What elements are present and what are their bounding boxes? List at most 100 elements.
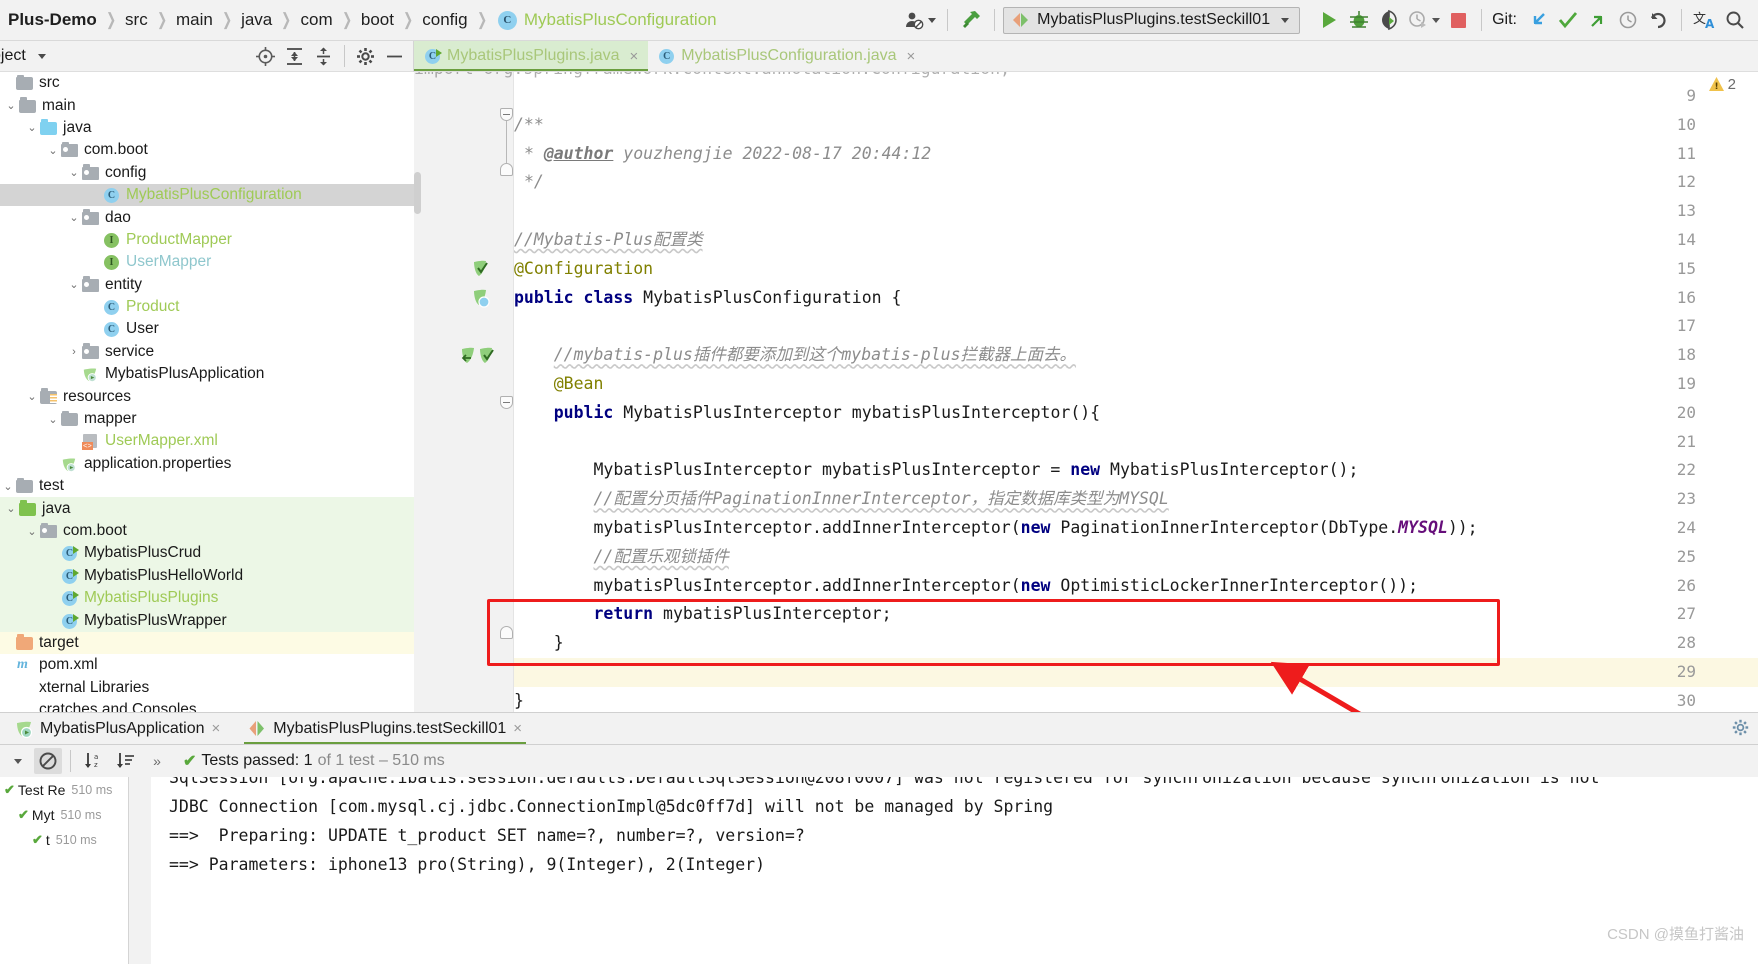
tree-item-user[interactable]: C User xyxy=(0,318,414,340)
code-line[interactable]: //配置乐观锁插件 xyxy=(514,543,1758,572)
debug-button[interactable] xyxy=(1344,5,1374,35)
editor-tab-mybatisplusconfiguration[interactable]: C MybatisPlusConfiguration.java × xyxy=(648,41,925,71)
code-line[interactable] xyxy=(514,197,1758,226)
breadcrumb-class[interactable]: MybatisPlusConfiguration xyxy=(522,10,719,30)
git-history-icon[interactable] xyxy=(1613,5,1643,35)
breadcrumb-com[interactable]: com xyxy=(299,10,335,30)
expand-all-icon[interactable] xyxy=(281,43,308,69)
sort-by-duration-icon[interactable] xyxy=(111,748,139,774)
code-line[interactable]: @Bean xyxy=(514,370,1758,399)
tree-item-resources[interactable]: ⌄ resources xyxy=(0,385,414,407)
tree-item-usermapper-xml[interactable]: UserMapper.xml xyxy=(0,430,414,452)
code-line[interactable]: /** xyxy=(514,111,1758,140)
run-configuration-selector[interactable]: MybatisPlusPlugins.testSeckill01 xyxy=(1003,6,1301,34)
chevron-down-icon[interactable]: ⌄ xyxy=(24,390,40,403)
run-button[interactable] xyxy=(1314,5,1344,35)
breadcrumb-java[interactable]: java xyxy=(239,10,274,30)
chevron-down-icon[interactable]: ⌄ xyxy=(3,502,19,515)
tree-item-mybatispluswrapper[interactable]: C MybatisPlusWrapper xyxy=(0,609,414,632)
code-line[interactable]: * @author youzhengjie 2022-08-17 20:44:1… xyxy=(514,140,1758,169)
code-line[interactable]: */ xyxy=(514,168,1758,197)
stop-button[interactable] xyxy=(1443,5,1473,35)
code-content[interactable]: /** * @author youzhengjie 2022-08-17 20:… xyxy=(514,72,1758,712)
chevron-down-icon[interactable]: ⌄ xyxy=(3,99,19,112)
fold-marker-icon[interactable] xyxy=(500,626,513,639)
gutter-scroll-thumb[interactable] xyxy=(414,172,421,214)
tree-item-mybatisplusplugins[interactable]: C MybatisPlusPlugins xyxy=(0,586,414,610)
test-tree-item[interactable]: ✔ Test Re 510 ms xyxy=(0,777,128,802)
chevron-down-icon[interactable]: ⌄ xyxy=(24,525,40,538)
collapse-all-icon[interactable] xyxy=(310,43,337,69)
tree-item-java[interactable]: ⌄ java xyxy=(0,497,414,520)
inspection-ok-icon[interactable] xyxy=(476,346,496,375)
profiler-button[interactable] xyxy=(1404,5,1443,35)
close-icon[interactable]: × xyxy=(630,48,639,65)
hide-panel-icon[interactable] xyxy=(381,43,408,69)
tree-item-com-boot[interactable]: ⌄ com.boot xyxy=(0,519,414,543)
project-tree[interactable]: src ⌄ main ⌄ java ⌄ com.boot ⌄ config C MybatisPlu… xyxy=(0,72,414,712)
locate-icon[interactable] xyxy=(252,43,279,69)
code-line[interactable] xyxy=(514,82,1758,111)
translate-icon[interactable]: 文 A xyxy=(1690,5,1720,35)
tree-item-mybatispluscrud[interactable]: C MybatisPlusCrud xyxy=(0,542,414,565)
tree-item-java[interactable]: ⌄ java xyxy=(0,117,414,139)
git-update-project-icon[interactable] xyxy=(1523,5,1553,35)
code-line[interactable]: mybatisPlusInterceptor.addInnerIntercept… xyxy=(514,572,1758,601)
test-tree-item[interactable]: ✔ Myt 510 ms xyxy=(0,802,128,827)
editor-gutter[interactable] xyxy=(414,72,514,712)
code-line[interactable]: @Configuration xyxy=(514,255,1758,284)
breadcrumb-boot[interactable]: boot xyxy=(359,10,396,30)
code-line[interactable]: mybatisPlusInterceptor.addInnerIntercept… xyxy=(514,514,1758,543)
code-line[interactable] xyxy=(514,312,1758,341)
editor-tab-mybatisplusplugins[interactable]: C MybatisPlusPlugins.java × xyxy=(414,41,649,71)
tree-item-mapper[interactable]: ⌄ mapper xyxy=(0,408,414,430)
code-line[interactable]: //配置分页插件PaginationInnerInterceptor，指定数据库… xyxy=(514,485,1758,514)
tree-item-main[interactable]: ⌄ main xyxy=(0,94,414,116)
code-line[interactable]: } xyxy=(514,629,1758,658)
tree-item-mybatisplushelloworld[interactable]: C MybatisPlusHelloWorld xyxy=(0,564,414,587)
git-rollback-icon[interactable] xyxy=(1643,5,1673,35)
run-tab-mybatisplusapplication[interactable]: MybatisPlusApplication × xyxy=(0,713,234,744)
code-line[interactable]: public class MybatisPlusConfiguration { xyxy=(514,284,1758,313)
spring-bean-gutter-icon[interactable] xyxy=(470,288,490,317)
close-icon[interactable]: × xyxy=(513,720,522,737)
fold-marker-icon[interactable] xyxy=(500,108,513,121)
tree-item-mybatisplusconfiguration[interactable]: C MybatisPlusConfiguration xyxy=(0,183,414,207)
code-line[interactable]: public MybatisPlusInterceptor mybatisPlu… xyxy=(514,399,1758,428)
breadcrumb-src[interactable]: src xyxy=(123,10,150,30)
breadcrumb-main[interactable]: main xyxy=(174,10,215,30)
fold-marker-icon[interactable] xyxy=(500,396,513,409)
git-commit-icon[interactable] xyxy=(1553,5,1583,35)
test-results-tree[interactable]: ✔ Test Re 510 ms ✔ Myt 510 ms ✔ t 510 ms xyxy=(0,777,128,964)
tree-item-service[interactable]: › service xyxy=(0,341,414,363)
tree-item-productmapper[interactable]: I ProductMapper xyxy=(0,229,414,251)
inspection-ok-icon[interactable] xyxy=(470,259,490,288)
git-push-icon[interactable] xyxy=(1583,5,1613,35)
close-icon[interactable]: × xyxy=(907,48,916,65)
search-icon[interactable] xyxy=(1720,5,1750,35)
chevron-down-icon[interactable]: ⌄ xyxy=(45,144,61,157)
code-line[interactable] xyxy=(514,428,1758,457)
code-line[interactable]: //Mybatis-Plus配置类 xyxy=(514,226,1758,255)
override-arrow-gutter-icon[interactable] xyxy=(458,346,478,375)
chevron-down-icon[interactable]: ⌄ xyxy=(45,413,61,426)
tree-item-product[interactable]: C Product xyxy=(0,296,414,318)
tree-item-target[interactable]: target xyxy=(0,631,414,655)
console-output[interactable]: SqlSession [org.apache.ibatis.session.de… xyxy=(129,777,1758,964)
suppress-icon[interactable] xyxy=(34,748,62,774)
code-line[interactable] xyxy=(514,658,1758,687)
tree-item-application-properties[interactable]: application.properties xyxy=(0,453,414,475)
chevron-right-icon[interactable]: › xyxy=(66,346,82,358)
expand-more-icon[interactable]: » xyxy=(143,748,171,774)
inspection-warning-badge[interactable]: ! 2 xyxy=(1708,76,1736,93)
gear-icon[interactable] xyxy=(352,43,379,69)
tree-item-com-boot[interactable]: ⌄ com.boot xyxy=(0,139,414,161)
tree-item-mybatisplusapplication[interactable]: MybatisPlusApplication xyxy=(0,363,414,385)
tree-item-cratches-and-consoles[interactable]: cratches and Consoles xyxy=(0,699,414,712)
close-icon[interactable]: × xyxy=(212,720,221,737)
chevron-down-icon[interactable]: ⌄ xyxy=(0,480,16,493)
run-tab-testseckill01[interactable]: MybatisPlusPlugins.testSeckill01 × xyxy=(234,713,536,744)
tree-item-dao[interactable]: ⌄ dao xyxy=(0,206,414,228)
code-line[interactable]: MybatisPlusInterceptor mybatisPlusInterc… xyxy=(514,456,1758,485)
run-with-coverage-button[interactable] xyxy=(1374,5,1404,35)
